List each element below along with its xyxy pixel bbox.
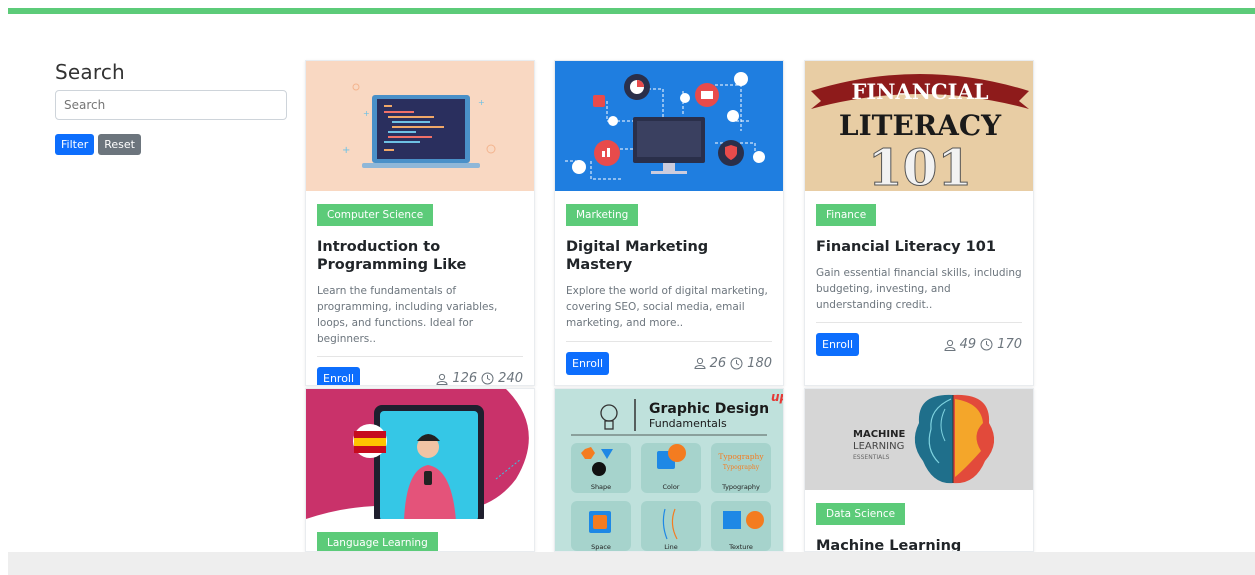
tile-label-line: Line xyxy=(664,543,678,551)
page-footer xyxy=(8,552,1255,575)
student-count: 126 xyxy=(452,371,478,386)
course-card[interactable]: Language Learning xyxy=(305,388,535,552)
search-sidebar: Search Filter Reset xyxy=(55,60,287,155)
tile-label-typography: Typography xyxy=(721,483,760,491)
course-hours: 240 xyxy=(498,371,523,386)
course-stats: 26 180 xyxy=(694,356,772,371)
course-title[interactable]: Machine Learning Essentials xyxy=(816,537,1022,551)
svg-text:+: + xyxy=(478,98,485,107)
tile-label-color: Color xyxy=(663,483,680,491)
course-hours: 170 xyxy=(997,337,1022,353)
clock-icon xyxy=(481,372,494,385)
sidebar-title: Search xyxy=(55,60,125,84)
category-badge[interactable]: Computer Science xyxy=(317,204,434,226)
tile-label-texture: Texture xyxy=(728,543,753,551)
user-icon xyxy=(436,373,448,385)
course-description: Learn the fundamentals of programming, i… xyxy=(317,285,498,345)
course-card[interactable]: + + + Computer Science Introduction to P… xyxy=(305,60,535,386)
tile-label-space: Space xyxy=(591,543,611,551)
image-text-line1: MACHINE xyxy=(853,429,905,440)
user-icon xyxy=(694,357,706,369)
course-stats: 126 240 xyxy=(436,371,523,386)
course-description: Explore the world of digital marketing, … xyxy=(566,285,768,329)
search-input[interactable] xyxy=(55,90,287,120)
user-icon xyxy=(944,339,956,351)
reset-button[interactable]: Reset xyxy=(98,134,141,155)
clock-icon xyxy=(730,357,743,369)
course-stats: 49 170 xyxy=(944,337,1022,352)
student-count: 49 xyxy=(959,337,977,353)
category-badge[interactable]: Language Learning xyxy=(317,532,438,551)
student-count: 26 xyxy=(709,355,727,371)
enroll-button[interactable]: Enroll xyxy=(566,351,610,375)
course-thumbnail: up Graphic Design Fundamentals Typograph… xyxy=(555,389,783,551)
course-card[interactable]: FINANCIAL LITERACY 101 Finance Financial… xyxy=(804,60,1034,386)
tile-typography-sample: Typography xyxy=(718,452,764,461)
digital-marketing-illustration xyxy=(565,72,765,180)
course-title[interactable]: Introduction to Programming Like xyxy=(317,238,523,274)
filter-button[interactable]: Filter xyxy=(55,134,95,155)
course-description: Gain essential financial skills, includi… xyxy=(816,267,1022,311)
svg-text:+: + xyxy=(342,145,350,156)
image-text-line3: ESSENTIALS xyxy=(853,454,890,461)
financial-literacy-illustration: FINANCIAL LITERACY 101 xyxy=(811,74,1029,191)
svg-text:+: + xyxy=(363,109,370,118)
image-subtitle: Fundamentals xyxy=(649,417,727,430)
finance-image-line3: 101 xyxy=(868,138,972,191)
machine-learning-brain-illustration: MACHINE LEARNING ESSENTIALS xyxy=(853,394,995,484)
category-badge[interactable]: Marketing xyxy=(566,204,639,226)
clock-icon xyxy=(980,338,993,351)
course-thumbnail xyxy=(306,389,534,519)
image-title: Graphic Design xyxy=(649,401,769,417)
image-text-line2: LEARNING xyxy=(853,441,904,452)
finance-image-line1: FINANCIAL xyxy=(851,79,988,104)
enroll-button[interactable]: Enroll xyxy=(816,333,860,357)
course-thumbnail: FINANCIAL LITERACY 101 xyxy=(805,61,1033,191)
language-learning-illustration xyxy=(306,389,529,519)
course-card[interactable]: MACHINE LEARNING ESSENTIALS Data Science… xyxy=(804,388,1034,552)
course-thumbnail: MACHINE LEARNING ESSENTIALS xyxy=(805,389,1033,490)
course-card[interactable]: Marketing Digital Marketing Mastery Expl… xyxy=(554,60,784,386)
category-badge[interactable]: Finance xyxy=(816,204,877,226)
category-badge[interactable]: Data Science xyxy=(816,503,906,525)
course-title[interactable]: Digital Marketing Mastery xyxy=(566,238,772,274)
laptop-code-illustration: + + + xyxy=(342,83,496,168)
enroll-button[interactable]: Enroll xyxy=(317,367,361,385)
top-accent-bar xyxy=(8,8,1255,14)
brand-logo: up xyxy=(771,390,783,404)
tile-label-shape: Shape xyxy=(591,483,611,491)
course-title[interactable]: Financial Literacy 101 xyxy=(816,238,1022,256)
course-hours: 180 xyxy=(747,355,772,371)
course-card[interactable]: up Graphic Design Fundamentals Typograph… xyxy=(554,388,784,552)
filter-actions: Filter Reset xyxy=(55,134,287,155)
course-thumbnail xyxy=(555,61,783,191)
course-thumbnail: + + + xyxy=(306,61,534,191)
tile-typography-sample-small: Typography xyxy=(723,464,760,471)
graphic-design-illustration: up Graphic Design Fundamentals Typograph… xyxy=(571,390,783,551)
